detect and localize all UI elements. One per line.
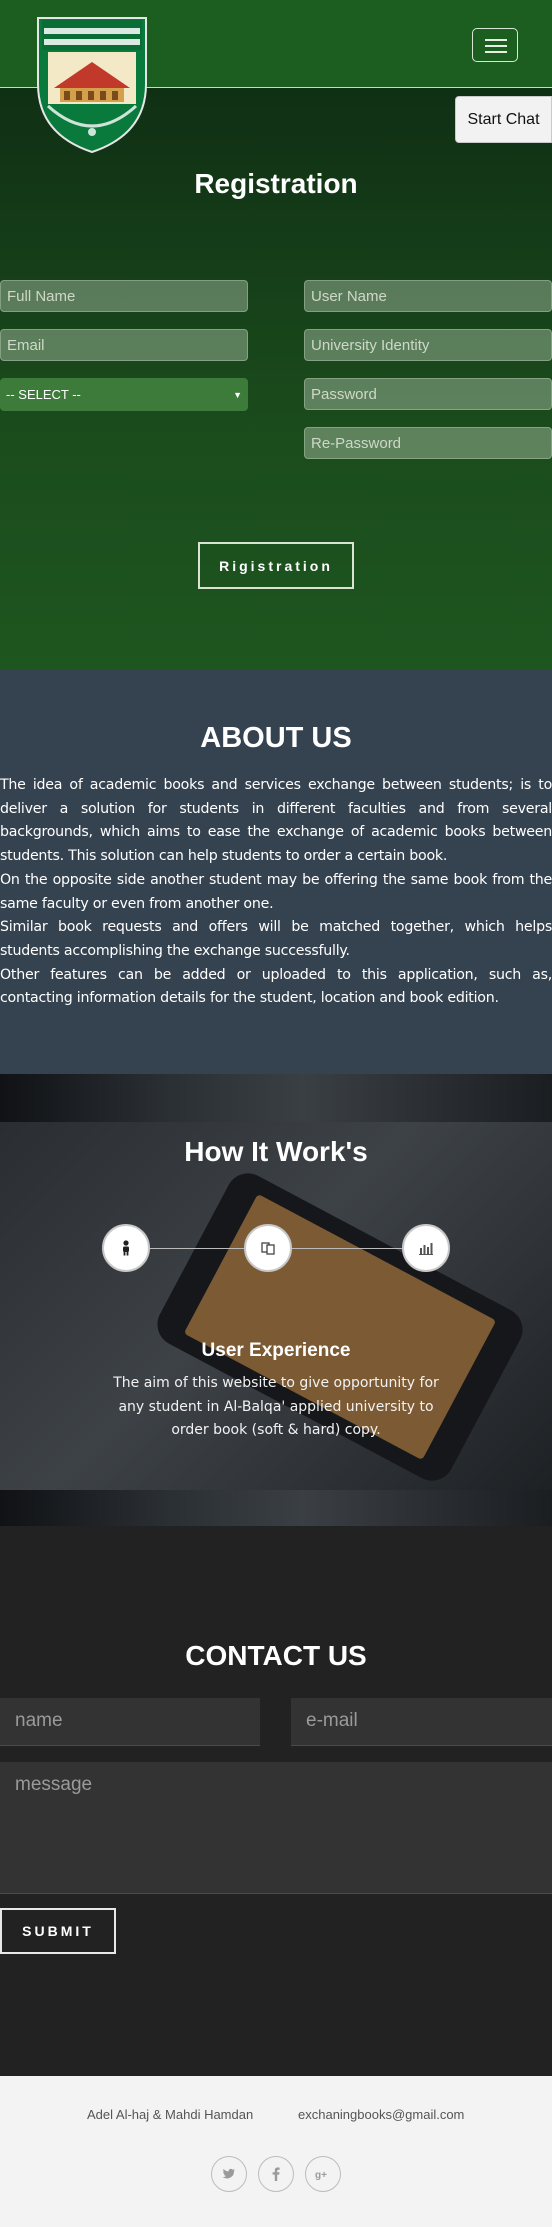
step-title: User Experience [201, 1340, 351, 1361]
registration-section: Start Chat Registration Full Name User N… [0, 0, 552, 670]
user-name-input[interactable]: User Name [304, 280, 552, 312]
about-paragraph: Other features can be added or uploaded … [0, 966, 552, 1007]
twitter-icon [222, 2168, 235, 2179]
contact-message-textarea[interactable]: message [0, 1762, 552, 1894]
bar-chart-icon [419, 1243, 433, 1255]
step-description: The aim of this website to give opportun… [113, 1375, 439, 1438]
step-stats-button[interactable] [402, 1224, 450, 1272]
about-section: ABOUT US The idea of academic books and … [0, 670, 552, 1074]
university-logo [37, 17, 147, 154]
about-paragraph: The idea of academic books and services … [0, 777, 552, 865]
about-paragraph: Similar book requests and offers will be… [0, 919, 552, 959]
menu-toggle-button[interactable] [472, 28, 518, 62]
about-title: ABOUT US [200, 722, 352, 754]
step-user-button[interactable] [102, 1224, 150, 1272]
contact-submit-button[interactable]: SUBMIT [0, 1908, 116, 1954]
about-paragraph: On the opposite side another student may… [0, 871, 552, 912]
chevron-down-icon: ▼ [233, 389, 242, 400]
select-value: -- SELECT -- [6, 387, 81, 402]
faculty-select[interactable]: -- SELECT -- ▼ [0, 378, 248, 411]
password-input[interactable]: Password [304, 378, 552, 410]
contact-name-input[interactable]: name [0, 1698, 260, 1746]
email-input[interactable]: Email [0, 329, 248, 361]
twitter-button[interactable] [211, 2156, 247, 2192]
step-exchange-button[interactable] [244, 1224, 292, 1272]
footer: Adel Al-haj & Mahdi Hamdan exchaningbook… [0, 2076, 552, 2227]
registration-button[interactable]: Rigistration [198, 542, 354, 589]
full-name-input[interactable]: Full Name [0, 280, 248, 312]
university-identity-input[interactable]: University Identity [304, 329, 552, 361]
footer-email[interactable]: exchaningbooks@gmail.com [298, 2107, 464, 2122]
contact-section: CONTACT US name e-mail message SUBMIT [0, 1526, 552, 2076]
facebook-button[interactable] [258, 2156, 294, 2192]
registration-title: Registration [194, 168, 358, 199]
google-plus-icon: g+ [315, 2170, 327, 2180]
contact-email-input[interactable]: e-mail [291, 1698, 552, 1746]
hamburger-icon-line [485, 51, 507, 53]
how-it-works-section: How It Work's User Experience The aim of… [0, 1074, 552, 1526]
hamburger-icon-line [485, 45, 507, 47]
user-icon [123, 1240, 129, 1256]
start-chat-button[interactable]: Start Chat [455, 96, 552, 143]
google-plus-button[interactable]: g+ [305, 2156, 341, 2192]
footer-authors: Adel Al-haj & Mahdi Hamdan [87, 2107, 254, 2122]
how-it-works-title: How It Work's [184, 1136, 368, 1167]
background-image-strip [0, 1074, 552, 1122]
facebook-icon [272, 2167, 280, 2181]
exchange-icon [261, 1242, 275, 1255]
contact-title: CONTACT US [185, 1640, 367, 1671]
about-text: The idea of academic books and services … [0, 774, 552, 1011]
svg-text:g+: g+ [315, 2170, 327, 2180]
re-password-input[interactable]: Re-Password [304, 427, 552, 459]
hamburger-icon-line [485, 39, 507, 41]
background-image-strip [0, 1490, 552, 1526]
